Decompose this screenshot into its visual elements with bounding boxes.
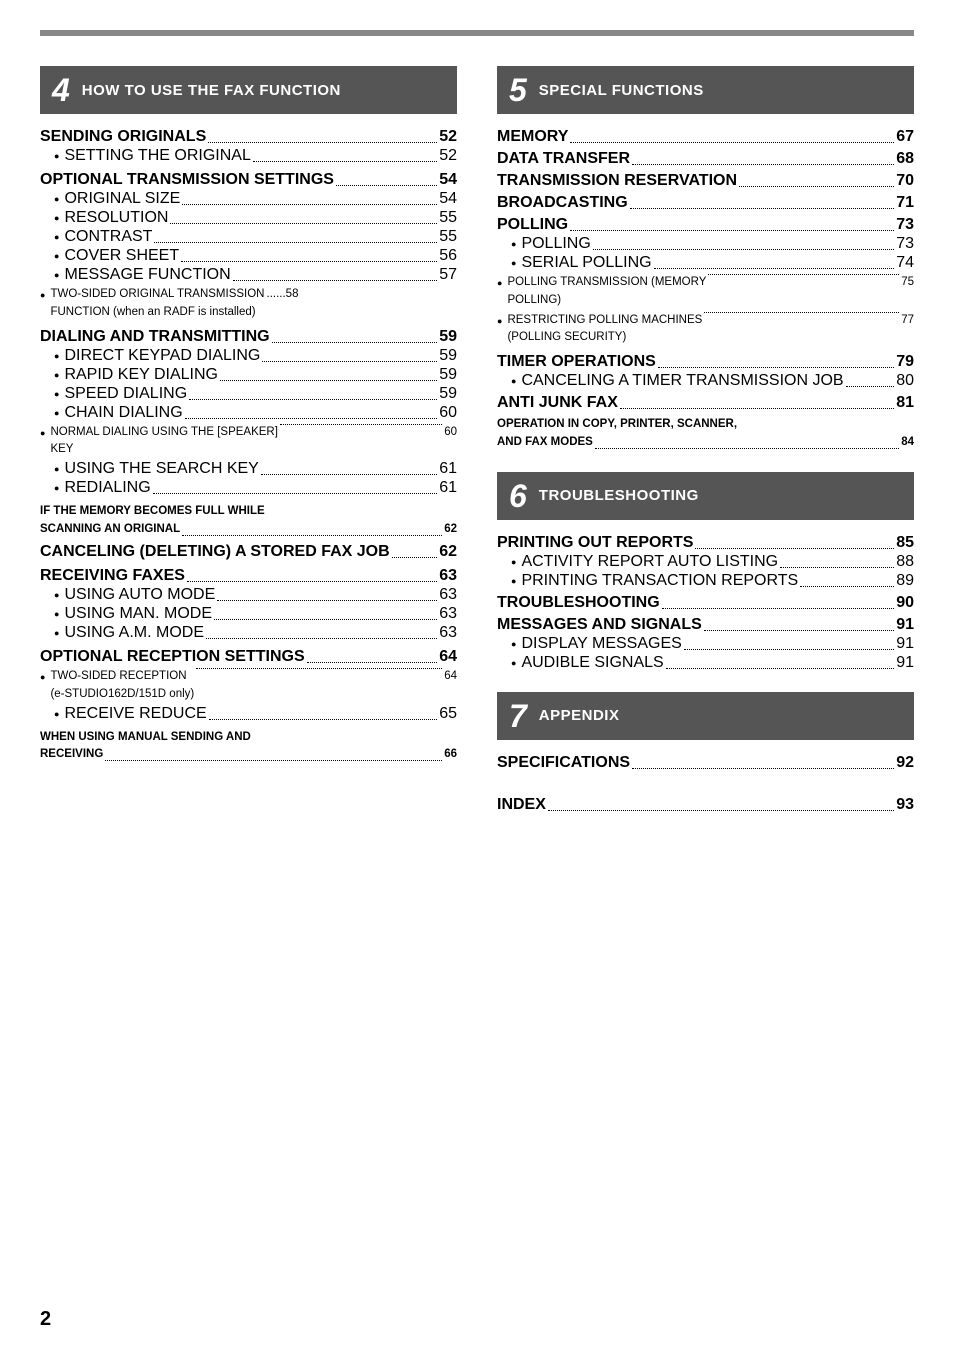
section-5-header: 5 SPECIAL FUNCTIONS (497, 66, 914, 114)
toc-auto-mode: ● USING AUTO MODE 63 (40, 586, 457, 604)
section-6-number: 6 (509, 480, 527, 512)
toc-memory: MEMORY 67 (497, 128, 914, 146)
toc-restricting-polling: ● RESTRICTING POLLING MACHINES(POLLING S… (497, 312, 914, 348)
toc-anti-junk: ANTI JUNK FAX 81 (497, 394, 914, 412)
section-4-title: HOW TO USE THE FAX FUNCTION (82, 82, 341, 99)
toc-serial-polling: ● SERIAL POLLING 74 (497, 254, 914, 272)
toc-sending-originals: SENDING ORIGINALS 52 (40, 128, 457, 146)
toc-activity-report: ● ACTIVITY REPORT AUTO LISTING 88 (497, 553, 914, 571)
toc-operation-copy: OPERATION IN COPY, PRINTER, SCANNER, AND… (497, 416, 914, 452)
toc-normal-dialing: ● NORMAL DIALING USING THE [SPEAKER]KEY … (40, 424, 457, 460)
toc-original-size: ● ORIGINAL SIZE 54 (40, 190, 457, 208)
toc-polling-sub: ● POLLING 73 (497, 235, 914, 253)
section-7-title: APPENDIX (539, 707, 620, 724)
main-content: 4 HOW TO USE THE FAX FUNCTION SENDING OR… (40, 66, 914, 814)
section-6-title: TROUBLESHOOTING (539, 487, 699, 504)
top-bar (40, 30, 914, 36)
toc-printing-transaction: ● PRINTING TRANSACTION REPORTS 89 (497, 572, 914, 590)
toc-transmission-reservation: TRANSMISSION RESERVATION 70 (497, 172, 914, 190)
toc-man-mode: ● USING MAN. MODE 63 (40, 605, 457, 623)
toc-canceling: CANCELING (DELETING) A STORED FAX JOB 62 (40, 543, 457, 561)
toc-canceling-timer: ● CANCELING A TIMER TRANSMISSION JOB 80 (497, 372, 914, 390)
toc-polling: POLLING 73 (497, 216, 914, 234)
section-6-header: 6 TROUBLESHOOTING (497, 472, 914, 520)
toc-receive-reduce: ● RECEIVE REDUCE 65 (40, 705, 457, 723)
toc-messages-signals: MESSAGES AND SIGNALS 91 (497, 616, 914, 634)
right-column: 5 SPECIAL FUNCTIONS MEMORY 67 DATA TRANS… (497, 66, 914, 814)
toc-display-messages: ● DISPLAY MESSAGES 91 (497, 635, 914, 653)
toc-rapid-key: ● RAPID KEY DIALING 59 (40, 366, 457, 384)
toc-message-function: ● MESSAGE FUNCTION 57 (40, 266, 457, 284)
toc-manual-sending: WHEN USING MANUAL SENDING AND RECEIVING … (40, 729, 457, 765)
toc-setting-original: ● SETTING THE ORIGINAL 52 (40, 147, 457, 165)
section-4-header: 4 HOW TO USE THE FAX FUNCTION (40, 66, 457, 114)
toc-data-transfer: DATA TRANSFER 68 (497, 150, 914, 168)
toc-chain-dialing: ● CHAIN DIALING 60 (40, 404, 457, 422)
toc-am-mode: ● USING A.M. MODE 63 (40, 624, 457, 642)
toc-direct-keypad: ● DIRECT KEYPAD DIALING 59 (40, 347, 457, 365)
toc-troubleshooting: TROUBLESHOOTING 90 (497, 594, 914, 612)
toc-timer-operations: TIMER OPERATIONS 79 (497, 353, 914, 371)
toc-contrast: ● CONTRAST 55 (40, 228, 457, 246)
toc-index: INDEX 93 (497, 796, 914, 814)
toc-redialing: ● REDIALING 61 (40, 479, 457, 497)
toc-audible-signals: ● AUDIBLE SIGNALS 91 (497, 654, 914, 672)
toc-polling-transmission: ● POLLING TRANSMISSION (MEMORYPOLLING) 7… (497, 274, 914, 310)
toc-optional-reception: OPTIONAL RECEPTION SETTINGS 64 (40, 648, 457, 666)
spacer (497, 772, 914, 796)
toc-dialing-transmitting: DIALING AND TRANSMITTING 59 (40, 328, 457, 346)
toc-two-sided-reception: ● TWO-SIDED RECEPTION(e-STUDIO162D/151D … (40, 668, 457, 704)
toc-optional-transmission: OPTIONAL TRANSMISSION SETTINGS 54 (40, 171, 457, 189)
section-7-header: 7 APPENDIX (497, 692, 914, 740)
section-5-number: 5 (509, 74, 527, 106)
toc-speed-dialing: ● SPEED DIALING 59 (40, 385, 457, 403)
toc-memory-full: IF THE MEMORY BECOMES FULL WHILE SCANNIN… (40, 503, 457, 539)
toc-specifications: SPECIFICATIONS 92 (497, 754, 914, 772)
toc-printing-reports: PRINTING OUT REPORTS 85 (497, 534, 914, 552)
toc-receiving-faxes: RECEIVING FAXES 63 (40, 567, 457, 585)
page-number: 2 (40, 1308, 51, 1331)
toc-two-sided-original: ● TWO-SIDED ORIGINAL TRANSMISSIONFUNCTIO… (40, 286, 457, 322)
section-5-title: SPECIAL FUNCTIONS (539, 82, 704, 99)
left-column: 4 HOW TO USE THE FAX FUNCTION SENDING OR… (40, 66, 457, 814)
section-4-number: 4 (52, 74, 70, 106)
toc-broadcasting: BROADCASTING 71 (497, 194, 914, 212)
toc-resolution: ● RESOLUTION 55 (40, 209, 457, 227)
section-7-number: 7 (509, 700, 527, 732)
toc-cover-sheet: ● COVER SHEET 56 (40, 247, 457, 265)
toc-search-key: ● USING THE SEARCH KEY 61 (40, 460, 457, 478)
